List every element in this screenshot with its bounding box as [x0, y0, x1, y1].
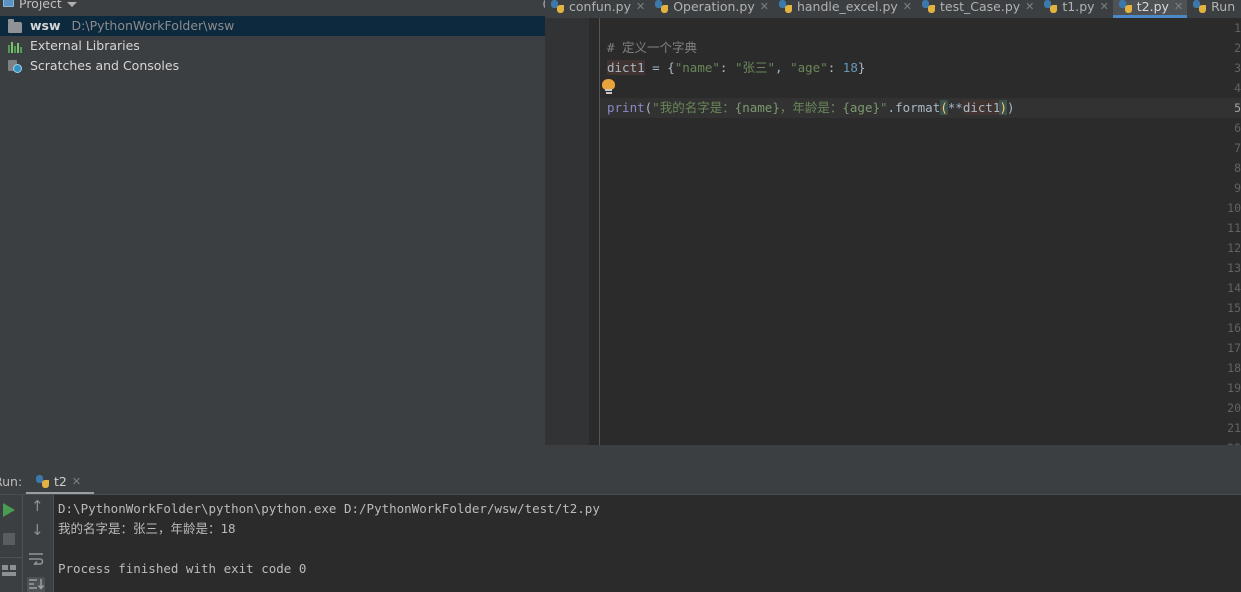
- editor-tab-test-case[interactable]: test_Case.py ✕: [916, 0, 1038, 18]
- project-panel-header: Project: [0, 0, 545, 14]
- editor-tab-label: t2.py: [1136, 0, 1169, 14]
- code-line-5: print("我的名字是：{name}，年龄是：{age}".format(**…: [600, 98, 1241, 118]
- code-content[interactable]: # 定义一个字典 dict1 = {"name": "张三", "age": 1…: [600, 18, 1241, 445]
- pycharm-window: Project wsw D:\PythonWorkFolder\wsw Exte…: [0, 0, 1241, 592]
- editor-tabbar: confun.py ✕ Operation.py ✕ handle_excel.py…: [545, 0, 1241, 18]
- editor-tab-t1[interactable]: t1.py ✕: [1038, 0, 1112, 18]
- code-function-print: print: [607, 100, 645, 115]
- python-file-icon: [655, 0, 669, 13]
- code-comment: # 定义一个字典: [607, 40, 698, 55]
- tree-item-path: D:\PythonWorkFolder\wsw: [71, 18, 235, 33]
- code-format-name: {name}: [734, 100, 780, 115]
- run-actions-toolbar: [0, 495, 22, 592]
- code-string-value-name: "张三": [734, 60, 776, 75]
- tree-item-external-libraries[interactable]: External Libraries: [0, 36, 545, 56]
- tree-item-name: Scratches and Consoles: [29, 58, 180, 73]
- editor-tab-t2[interactable]: t2.py ✕: [1112, 0, 1188, 18]
- layout-icon[interactable]: [2, 565, 16, 576]
- tree-item-scratches-and-consoles[interactable]: Scratches and Consoles: [0, 56, 545, 76]
- editor-tab-label: Run: [1211, 0, 1236, 14]
- code-bracket-close-highlight: ): [999, 100, 1007, 115]
- code-string-part-b: ，年龄是：: [779, 100, 843, 115]
- code-editor[interactable]: 1 2 3 4 5 6 7 8 9 10 11 12 13 14 15 16 1…: [545, 18, 1241, 445]
- rerun-icon[interactable]: [3, 503, 15, 517]
- code-method-format: .format: [887, 100, 941, 115]
- console-line: D:\PythonWorkFolder\python\python.exe D:…: [58, 501, 600, 516]
- project-window-icon: [3, 0, 14, 7]
- python-file-icon: [1044, 0, 1058, 13]
- run-tab-t2[interactable]: t2 ✕: [36, 472, 81, 492]
- code-kwargs-stars: **: [947, 100, 963, 115]
- python-file-icon: [1193, 0, 1207, 13]
- editor-tab-confun[interactable]: confun.py ✕: [545, 0, 649, 18]
- code-punct: ,: [775, 60, 791, 75]
- tree-item-name: wsw: [29, 18, 61, 33]
- code-number: 18: [842, 60, 858, 75]
- editor-tab-handle-excel[interactable]: handle_excel.py ✕: [773, 0, 916, 18]
- code-format-age: {age}: [842, 100, 881, 115]
- code-line-2: # 定义一个字典: [600, 38, 1241, 58]
- editor-tab-label: test_Case.py: [940, 0, 1021, 14]
- code-punct: :: [827, 60, 843, 75]
- tree-item-name: External Libraries: [29, 38, 140, 53]
- code-string-key-name: "name": [674, 60, 720, 75]
- project-panel-title: Project: [19, 0, 62, 11]
- external-libraries-icon: [8, 37, 26, 57]
- scroll-down-icon[interactable]: ↓: [31, 521, 44, 539]
- python-file-icon: [1118, 0, 1132, 13]
- editor-area: confun.py ✕ Operation.py ✕ handle_excel.py…: [545, 0, 1241, 463]
- run-tab-label: t2: [54, 474, 67, 489]
- run-tool-window: Run: t2 ✕ ↑ ↓: [0, 470, 1241, 592]
- console-actions-toolbar: ↑ ↓: [23, 495, 53, 592]
- code-punct: }: [857, 60, 866, 75]
- close-icon[interactable]: ✕: [636, 0, 645, 18]
- editor-tab-label: t1.py: [1062, 0, 1095, 14]
- code-punct: :: [719, 60, 735, 75]
- python-file-icon: [551, 0, 564, 13]
- close-icon[interactable]: ✕: [72, 472, 81, 492]
- code-string-part-a: "我的名字是：: [652, 100, 735, 115]
- editor-tab-operation[interactable]: Operation.py ✕: [649, 0, 773, 18]
- close-icon[interactable]: ✕: [1100, 0, 1109, 18]
- close-icon[interactable]: ✕: [1025, 0, 1034, 18]
- lightbulb-icon[interactable]: [602, 79, 615, 94]
- close-icon[interactable]: ✕: [760, 0, 769, 18]
- scroll-to-end-icon[interactable]: [27, 577, 45, 592]
- chevron-down-icon[interactable]: [67, 2, 77, 7]
- code-line-3: dict1 = {"name": "张三", "age": 18}: [600, 58, 1241, 78]
- code-string-key-age: "age": [790, 60, 828, 75]
- line-number-gutter[interactable]: [545, 18, 589, 445]
- code-punct: ): [1007, 100, 1015, 115]
- run-panel-label: Run:: [0, 474, 23, 489]
- console-line: 我的名字是：张三，年龄是：18: [58, 521, 236, 536]
- project-tree: wsw D:\PythonWorkFolder\wsw External Lib…: [0, 16, 545, 76]
- editor-tab-run[interactable]: Run: [1187, 0, 1239, 18]
- python-file-icon: [922, 0, 936, 13]
- editor-tab-label: handle_excel.py: [796, 0, 898, 14]
- stop-icon[interactable]: [3, 533, 15, 545]
- soft-wrap-icon[interactable]: [28, 550, 44, 567]
- toolbar-separator: [0, 557, 22, 558]
- console-output[interactable]: D:\PythonWorkFolder\python\python.exe D:…: [54, 495, 1241, 592]
- python-file-icon: [778, 0, 792, 13]
- tree-item-wsw[interactable]: wsw D:\PythonWorkFolder\wsw: [0, 16, 545, 36]
- scroll-up-icon[interactable]: ↑: [31, 497, 44, 515]
- code-operator: = {: [644, 60, 675, 75]
- python-file-icon: [36, 475, 49, 488]
- code-arg-dict1: dict1: [962, 100, 1001, 115]
- editor-tab-label: confun.py: [569, 0, 631, 14]
- folder-icon: [8, 17, 26, 37]
- scratches-icon: [8, 57, 26, 77]
- console-line: Process finished with exit code 0: [58, 561, 307, 576]
- code-bracket-open-highlight: (: [940, 100, 948, 115]
- horizontal-splitter[interactable]: [0, 463, 1241, 470]
- close-icon[interactable]: ✕: [903, 0, 912, 18]
- code-variable-dict1: dict1: [607, 60, 645, 75]
- project-tool-window: Project wsw D:\PythonWorkFolder\wsw Exte…: [0, 0, 631, 463]
- editor-tab-label: Operation.py: [673, 0, 755, 14]
- code-string-part-c: ": [880, 100, 888, 115]
